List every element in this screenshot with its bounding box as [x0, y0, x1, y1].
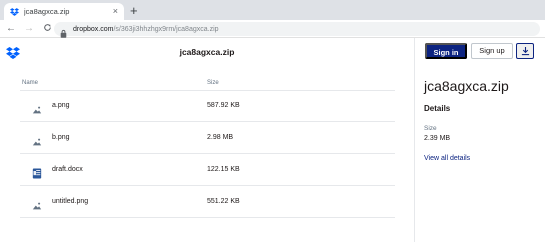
image-file-icon: [32, 134, 42, 146]
download-icon: [521, 46, 529, 56]
sign-in-button[interactable]: Sign in: [425, 43, 467, 59]
download-button[interactable]: [516, 43, 534, 59]
back-button[interactable]: ←: [4, 23, 18, 34]
image-file-icon: [32, 198, 42, 210]
file-row[interactable]: a.png 587.92 KB: [20, 91, 395, 122]
file-size: 551.22 KB: [207, 198, 240, 205]
browser-tab[interactable]: jca8agxca.zip ×: [4, 3, 124, 20]
file-name[interactable]: untitled.png: [52, 198, 88, 205]
details-sidebar: Sign in Sign up jca8agxca.zip Details Si…: [414, 38, 545, 242]
reload-icon: [43, 23, 51, 31]
file-row[interactable]: untitled.png 551.22 KB: [20, 187, 395, 218]
file-size: 122.15 KB: [207, 166, 240, 173]
address-bar[interactable]: dropbox.com/s/363ji3hhzhgx9rm/jca8agxca.…: [54, 22, 540, 38]
size-value: 2.39 MB: [424, 135, 451, 142]
reload-button[interactable]: [40, 23, 54, 35]
tab-close-icon[interactable]: ×: [113, 7, 118, 16]
column-header-size[interactable]: Size: [207, 80, 219, 86]
browser-toolbar: ← → dropbox.com/s/363ji3hhzhgx9rm/jca8ag…: [0, 20, 545, 38]
browser-tabstrip: jca8agxca.zip × +: [0, 0, 545, 20]
url-text: dropbox.com/s/363ji3hhzhgx9rm/jca8agxca.…: [73, 26, 219, 33]
file-row[interactable]: b.png 2.98 MB: [20, 123, 395, 154]
url-host: dropbox.com: [73, 25, 114, 33]
sign-up-button[interactable]: Sign up: [471, 43, 513, 59]
word-doc-icon: [32, 166, 42, 179]
size-label: Size: [424, 125, 437, 132]
file-name[interactable]: b.png: [52, 134, 70, 141]
file-row[interactable]: draft.docx 122.15 KB: [20, 155, 395, 186]
file-name[interactable]: draft.docx: [52, 166, 83, 173]
lock-icon: [60, 25, 68, 38]
image-file-icon: [32, 102, 42, 114]
file-size: 2.98 MB: [207, 134, 234, 141]
file-listing-panel: jca8agxca.zip Name Size a.png 587.92 KB …: [0, 38, 414, 242]
dropbox-favicon-icon: [10, 7, 19, 16]
sidebar-file-title: jca8agxca.zip: [424, 78, 509, 94]
forward-button[interactable]: →: [22, 23, 36, 34]
column-header-name[interactable]: Name: [22, 80, 38, 86]
new-tab-button[interactable]: +: [130, 3, 138, 18]
file-name[interactable]: a.png: [52, 102, 70, 109]
page-title: jca8agxca.zip: [179, 47, 235, 57]
details-heading: Details: [424, 104, 451, 113]
file-size: 587.92 KB: [207, 102, 240, 109]
view-all-details-link[interactable]: View all details: [424, 155, 470, 162]
tab-title: jca8agxca.zip: [24, 7, 70, 16]
url-path: /s/363ji3hhzhgx9rm/jca8agxca.zip: [113, 25, 219, 33]
